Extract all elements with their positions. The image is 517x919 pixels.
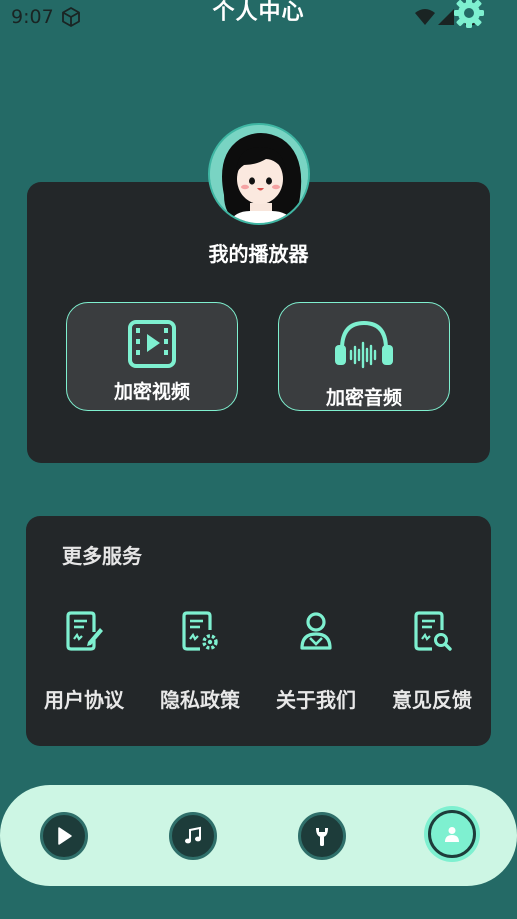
service-label: 关于我们	[276, 688, 356, 712]
video-icon	[128, 320, 176, 368]
service-privacy-policy[interactable]: 隐私政策	[142, 608, 258, 718]
profile-icon	[445, 827, 459, 842]
service-feedback[interactable]: 意见反馈	[374, 608, 490, 718]
encrypted-audio-label: 加密音频	[325, 387, 402, 409]
headphones-icon	[335, 320, 393, 369]
service-label: 隐私政策	[160, 688, 240, 712]
service-user-agreement[interactable]: 用户协议	[26, 608, 142, 718]
play-icon	[58, 827, 72, 845]
status-bar: 9:07 个人中心	[0, 0, 517, 36]
document-settings-icon	[182, 611, 218, 651]
music-note-icon	[185, 826, 201, 844]
document-search-icon	[414, 611, 452, 651]
nav-profile-button[interactable]	[428, 810, 476, 858]
nav-play-button[interactable]	[40, 812, 88, 860]
player-title: 我的播放器	[208, 242, 309, 266]
avatar-illustration	[210, 125, 308, 223]
encrypted-video-label: 加密视频	[113, 381, 190, 403]
encrypted-audio-button[interactable]: 加密音频	[278, 302, 450, 411]
services-card: 更多服务 用户协议 隐私政策 关于我们 意见反馈	[26, 516, 491, 746]
service-label: 意见反馈	[392, 688, 472, 712]
user-icon	[300, 612, 332, 650]
nav-tools-button[interactable]	[298, 812, 346, 860]
tools-icon	[316, 828, 328, 846]
nav-music-button[interactable]	[169, 812, 217, 860]
bottom-nav	[0, 785, 517, 886]
document-edit-icon	[66, 611, 103, 651]
services-title: 更多服务	[62, 544, 142, 568]
page-title: 个人中心	[212, 0, 305, 25]
encrypted-video-button[interactable]: 加密视频	[66, 302, 238, 411]
service-label: 用户协议	[44, 688, 124, 712]
service-about-us[interactable]: 关于我们	[258, 608, 374, 718]
avatar[interactable]	[208, 123, 310, 225]
